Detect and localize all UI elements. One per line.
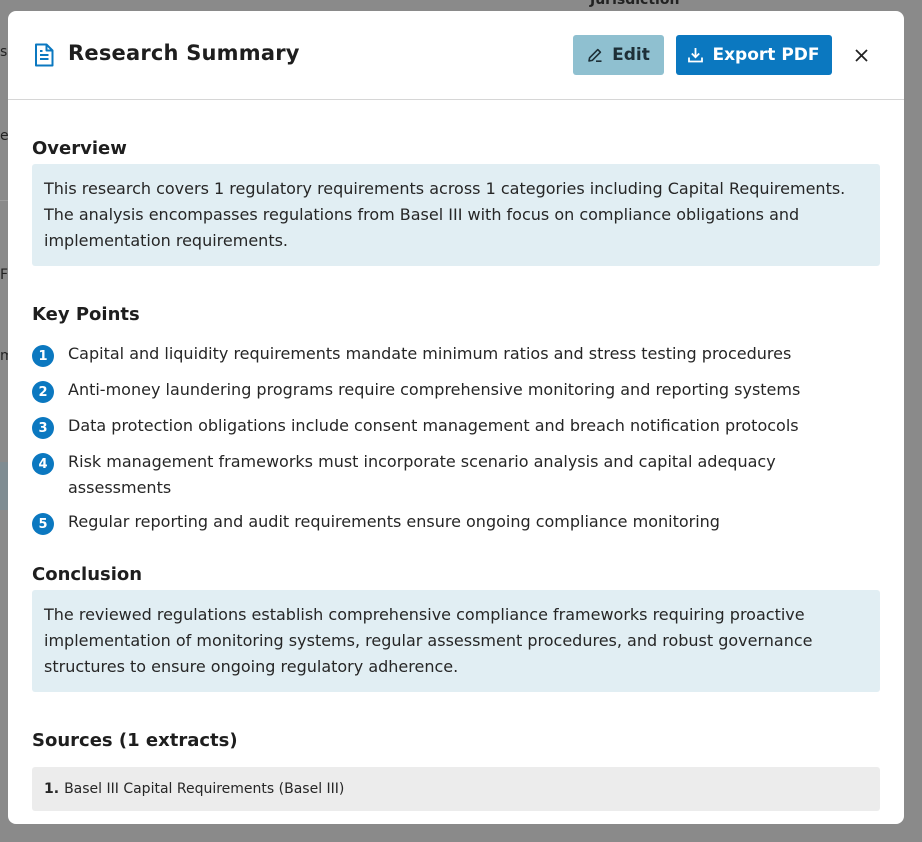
key-point-number: 2 bbox=[32, 381, 54, 403]
edit-button[interactable]: Edit bbox=[573, 35, 664, 75]
modal-title: Research Summary bbox=[68, 41, 300, 65]
overview-text-box: This research covers 1 regulatory requir… bbox=[32, 164, 880, 266]
research-summary-modal: Research Summary Edit Export PDF Overvie… bbox=[8, 11, 904, 824]
export-pdf-button[interactable]: Export PDF bbox=[676, 35, 832, 75]
document-icon bbox=[35, 43, 54, 67]
close-icon bbox=[854, 48, 868, 62]
key-point-number: 4 bbox=[32, 453, 54, 475]
key-point-number: 1 bbox=[32, 345, 54, 367]
conclusion-text-box: The reviewed regulations establish compr… bbox=[32, 590, 880, 692]
key-point-text: Capital and liquidity requirements manda… bbox=[68, 344, 792, 363]
overview-heading: Overview bbox=[32, 138, 127, 159]
background-divider bbox=[0, 462, 8, 510]
key-point-text: Regular reporting and audit requirements… bbox=[68, 512, 720, 531]
source-index: 1. bbox=[44, 781, 60, 797]
source-item: 1. Basel III Capital Requirements (Basel… bbox=[32, 767, 880, 811]
key-point-text: Anti-money laundering programs require c… bbox=[68, 380, 801, 399]
pencil-icon bbox=[588, 48, 602, 62]
background-fragment-text: s bbox=[0, 44, 8, 60]
source-text: Basel III Capital Requirements (Basel II… bbox=[64, 781, 345, 797]
modal-header: Research Summary Edit Export PDF bbox=[8, 11, 904, 100]
key-point-number: 5 bbox=[32, 513, 54, 535]
key-points-heading: Key Points bbox=[32, 304, 140, 325]
key-point-number: 3 bbox=[32, 417, 54, 439]
export-pdf-button-label: Export PDF bbox=[712, 45, 820, 65]
conclusion-heading: Conclusion bbox=[32, 564, 143, 585]
background-fragment-heading: Jurisdiction bbox=[590, 0, 680, 8]
close-button[interactable] bbox=[850, 44, 872, 66]
sources-heading: Sources (1 extracts) bbox=[32, 730, 238, 751]
key-point-text: Data protection obligations include cons… bbox=[68, 416, 799, 435]
download-icon bbox=[688, 48, 704, 63]
edit-button-label: Edit bbox=[612, 45, 650, 65]
background-divider bbox=[0, 200, 8, 201]
key-point-text: Risk management frameworks must incorpor… bbox=[68, 452, 776, 497]
